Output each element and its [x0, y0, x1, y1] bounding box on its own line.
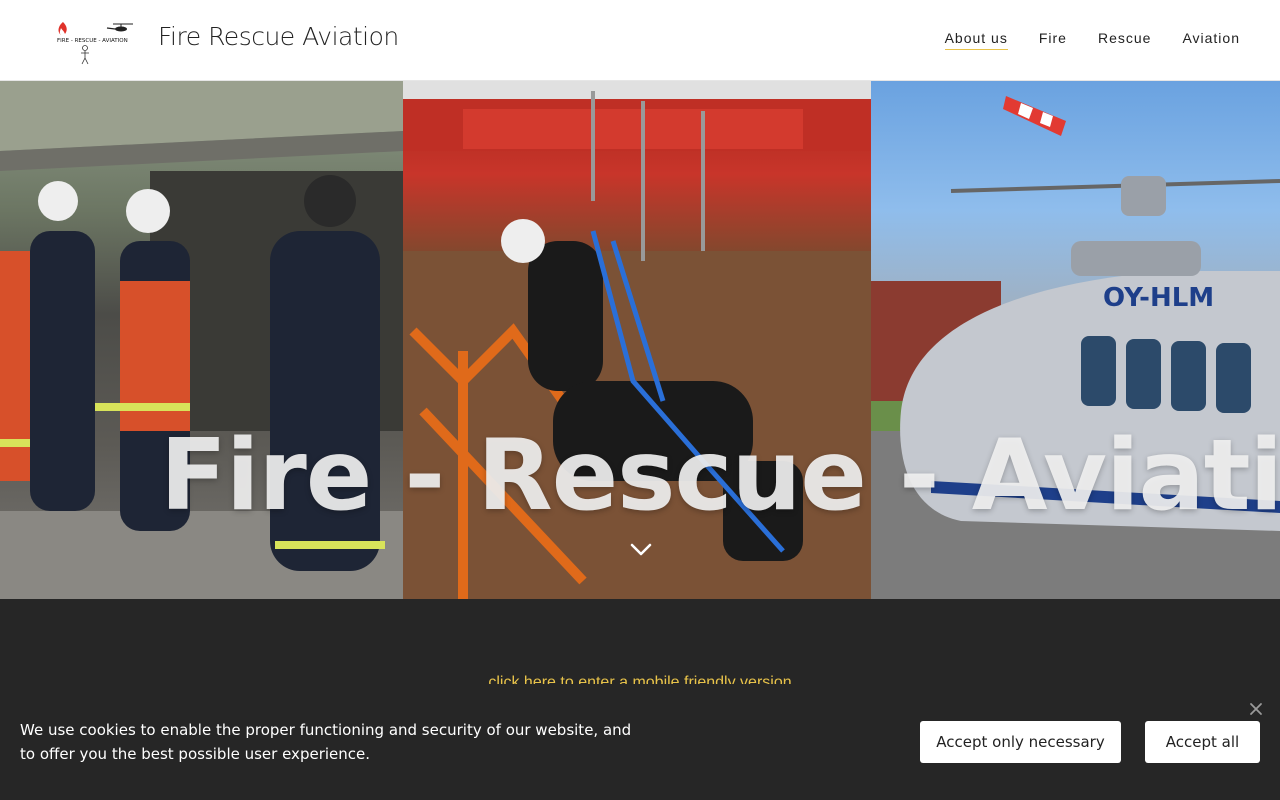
hero-banner: OY-HLM Fire - Rescue - Aviation [0, 81, 1280, 599]
close-icon[interactable] [1249, 701, 1263, 715]
main-nav: About us Fire Rescue Aviation [944, 30, 1240, 50]
hero-title: Fire - Rescue - Aviation [160, 419, 1280, 533]
site-logo[interactable]: FIRE - RESCUE - AVIATION [55, 20, 137, 66]
nav-item-aviation[interactable]: Aviation [1182, 30, 1240, 50]
chevron-down-icon[interactable] [630, 543, 652, 557]
logo-text: FIRE - RESCUE - AVIATION [57, 38, 128, 44]
cookie-message: We use cookies to enable the proper func… [20, 721, 632, 763]
svg-text:OY-HLM: OY-HLM [1103, 283, 1214, 313]
accept-necessary-button[interactable]: Accept only necessary [920, 721, 1121, 763]
accept-all-button[interactable]: Accept all [1145, 721, 1260, 763]
nav-item-rescue[interactable]: Rescue [1098, 30, 1151, 50]
nav-item-about-us[interactable]: About us [944, 30, 1008, 50]
site-title[interactable]: Fire Rescue Aviation [158, 22, 399, 51]
cookie-banner: We use cookies to enable the proper func… [0, 684, 1280, 800]
nav-item-fire[interactable]: Fire [1039, 30, 1067, 50]
site-header: FIRE - RESCUE - AVIATION Fire Rescue Avi… [0, 0, 1280, 81]
